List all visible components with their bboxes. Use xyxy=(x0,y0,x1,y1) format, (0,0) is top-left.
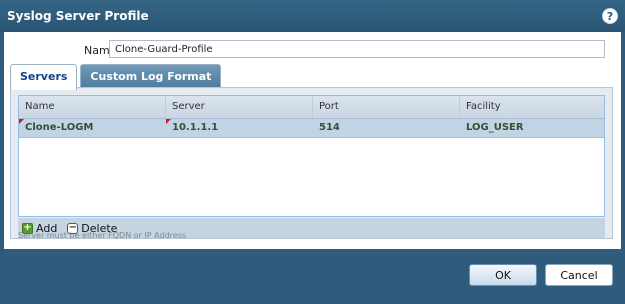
dialog-body: Name Servers Custom Log Format Name Serv… xyxy=(4,32,621,249)
servers-grid: Name Server Port Facility Clone-LOGM 10.… xyxy=(18,95,605,217)
servers-tab-panel: Name Server Port Facility Clone-LOGM 10.… xyxy=(10,87,613,239)
cell-port[interactable]: 514 xyxy=(313,119,460,137)
ok-button[interactable]: OK xyxy=(469,264,537,286)
table-row[interactable]: Clone-LOGM 10.1.1.1 514 LOG_USER xyxy=(19,119,604,138)
validation-hint: Server must be either FQDN or IP Address xyxy=(18,231,187,240)
syslog-server-profile-dialog: Syslog Server Profile ? Name Servers Cus… xyxy=(0,0,625,304)
modified-marker-icon xyxy=(166,119,171,124)
grid-header: Name Server Port Facility xyxy=(19,96,604,119)
cancel-button[interactable]: Cancel xyxy=(545,264,613,286)
column-header-name[interactable]: Name xyxy=(19,96,166,118)
help-icon[interactable]: ? xyxy=(603,9,617,23)
dialog-title: Syslog Server Profile xyxy=(7,9,149,23)
cell-name[interactable]: Clone-LOGM xyxy=(19,119,166,137)
cell-facility-text: LOG_USER xyxy=(466,122,524,133)
tab-custom-log-format[interactable]: Custom Log Format xyxy=(80,64,222,88)
cell-server-text: 10.1.1.1 xyxy=(172,122,219,133)
tab-strip: Servers Custom Log Format xyxy=(10,64,224,90)
cell-facility[interactable]: LOG_USER xyxy=(460,119,604,137)
column-header-port[interactable]: Port xyxy=(313,96,460,118)
name-row: Name xyxy=(4,40,621,60)
cell-name-text: Clone-LOGM xyxy=(25,122,94,133)
name-input[interactable] xyxy=(109,40,605,58)
modified-marker-icon xyxy=(19,119,24,124)
column-header-facility[interactable]: Facility xyxy=(460,96,604,118)
dialog-titlebar[interactable]: Syslog Server Profile ? xyxy=(0,0,625,32)
cell-server[interactable]: 10.1.1.1 xyxy=(166,119,313,137)
dialog-footer: OK Cancel xyxy=(0,250,625,304)
cell-port-text: 514 xyxy=(319,122,340,133)
column-header-server[interactable]: Server xyxy=(166,96,313,118)
tab-servers[interactable]: Servers xyxy=(10,64,78,90)
